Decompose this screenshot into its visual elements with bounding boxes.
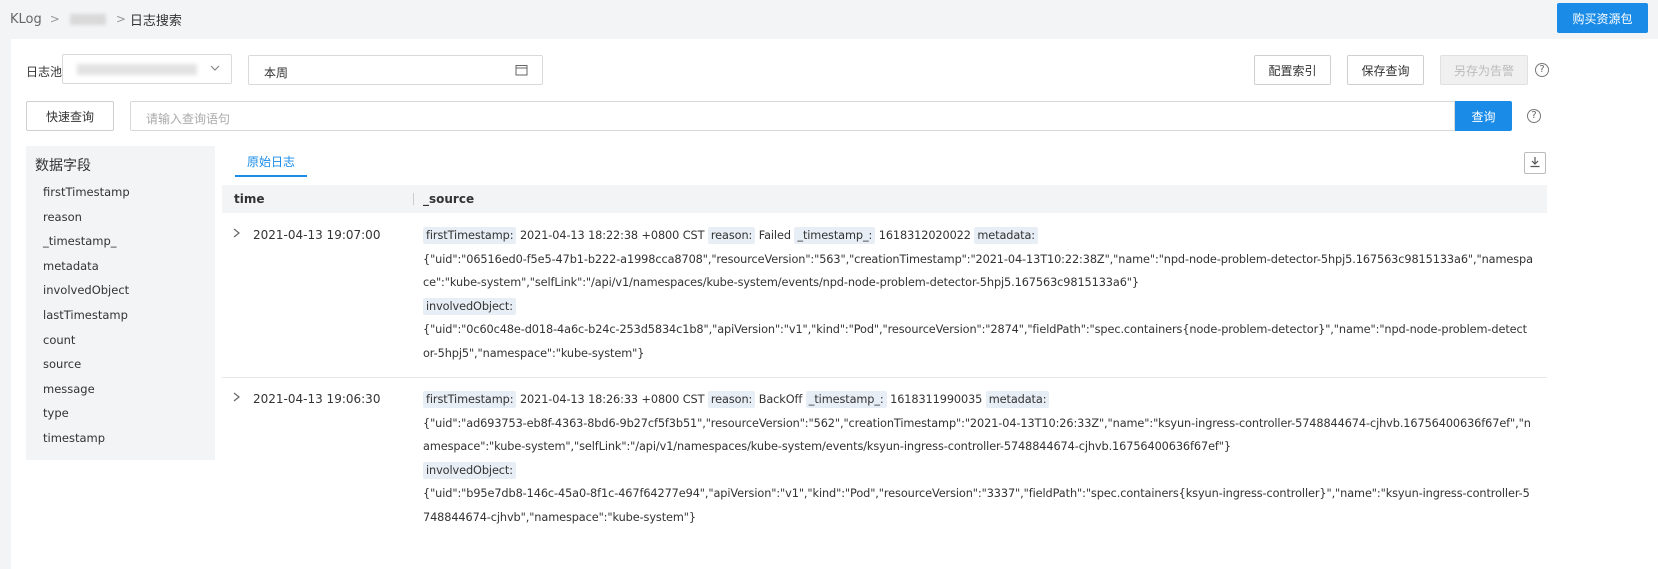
download-icon <box>1529 156 1541 171</box>
column-header-source: _source <box>423 192 475 206</box>
field-item[interactable]: type <box>43 406 69 420</box>
log-pool-label: 日志池 <box>26 65 63 79</box>
source-key[interactable]: reason: <box>707 391 756 408</box>
search-button[interactable]: 查询 <box>1455 101 1512 131</box>
field-item[interactable]: _timestamp_ <box>43 234 117 248</box>
query-placeholder: 请输入查询语句 <box>146 112 231 126</box>
download-button[interactable] <box>1524 152 1546 174</box>
help-circle-icon[interactable]: ? <box>1535 63 1549 77</box>
breadcrumb-separator: > <box>115 12 126 26</box>
source-value: 1618312020022 <box>875 229 975 242</box>
row-source: firstTimestamp: 2021-04-13 18:22:38 +080… <box>423 224 1533 365</box>
source-value: {"uid":"0c60c48e-d018-4a6c-b24c-253d5834… <box>423 323 1527 360</box>
log-pool-value-redacted <box>77 64 197 75</box>
source-key[interactable]: metadata: <box>974 227 1039 244</box>
chevron-down-icon <box>209 62 221 77</box>
save-query-button[interactable]: 保存查询 <box>1347 55 1424 85</box>
field-item[interactable]: lastTimestamp <box>43 308 128 322</box>
data-fields-title: 数据字段 <box>35 158 91 174</box>
breadcrumb: KLog > > 日志搜索 <box>10 10 182 29</box>
data-fields-panel: 数据字段 firstTimestamp reason _timestamp_ m… <box>26 146 215 460</box>
date-range-picker[interactable]: 本周 <box>248 55 543 85</box>
field-item[interactable]: firstTimestamp <box>43 185 130 199</box>
source-value: 1618311990035 <box>886 393 986 406</box>
field-item[interactable]: metadata <box>43 259 99 273</box>
breadcrumb-project-redacted[interactable] <box>69 13 106 25</box>
field-item[interactable]: source <box>43 357 81 371</box>
row-divider <box>222 377 1547 378</box>
field-item[interactable]: message <box>43 382 95 396</box>
source-key[interactable]: reason: <box>707 227 756 244</box>
buy-resource-pack-button[interactable]: 购买资源包 <box>1557 3 1648 33</box>
source-key[interactable]: firstTimestamp: <box>423 391 517 408</box>
source-key[interactable]: _timestamp_: <box>805 391 887 408</box>
source-value: 2021-04-13 18:22:38 +0800 CST <box>516 229 708 242</box>
source-key[interactable]: firstTimestamp: <box>423 227 517 244</box>
log-table-header: time _source <box>222 185 1547 213</box>
log-pool-select[interactable] <box>62 54 232 84</box>
row-source: firstTimestamp: 2021-04-13 18:26:33 +080… <box>423 388 1533 529</box>
breadcrumb-separator: > <box>49 12 60 26</box>
column-divider <box>413 193 414 205</box>
source-value: {"uid":"06516ed0-f5e5-47b1-b222-a1998cca… <box>423 252 1533 290</box>
source-key[interactable]: _timestamp_: <box>794 227 876 244</box>
help-circle-icon[interactable]: ? <box>1527 109 1541 123</box>
source-value: {"uid":"ad693753-eb8f-4363-8bd6-9b27cf5f… <box>423 416 1531 454</box>
chevron-right-icon[interactable] <box>232 391 241 407</box>
tab-active-indicator <box>235 175 307 177</box>
breadcrumb-root[interactable]: KLog <box>10 12 42 27</box>
calendar-icon <box>515 64 528 79</box>
date-range-value: 本周 <box>264 66 289 80</box>
chevron-right-icon[interactable] <box>232 227 241 243</box>
quick-query-button[interactable]: 快速查询 <box>26 101 114 131</box>
field-item[interactable]: involvedObject <box>43 283 129 297</box>
config-index-button[interactable]: 配置索引 <box>1254 55 1331 85</box>
source-value: Failed <box>755 229 795 242</box>
column-header-time: time <box>234 192 265 206</box>
source-key[interactable]: metadata: <box>985 391 1050 408</box>
row-time: 2021-04-13 19:06:30 <box>253 392 381 406</box>
source-key[interactable]: involvedObject: <box>423 461 516 479</box>
source-value: BackOff <box>755 393 806 406</box>
query-input[interactable]: 请输入查询语句 <box>130 101 1455 131</box>
source-value: {"uid":"b95e7db8-146c-45a0-8f1c-467f6427… <box>423 487 1530 524</box>
field-item[interactable]: count <box>43 333 75 347</box>
tab-raw-log[interactable]: 原始日志 <box>247 153 295 170</box>
breadcrumb-current: 日志搜索 <box>129 13 182 29</box>
field-item[interactable]: timestamp <box>43 431 105 445</box>
field-item[interactable]: reason <box>43 210 82 224</box>
row-time: 2021-04-13 19:07:00 <box>253 228 381 242</box>
source-value: 2021-04-13 18:26:33 +0800 CST <box>516 393 708 406</box>
source-key[interactable]: involvedObject: <box>423 297 516 315</box>
save-as-alert-button[interactable]: 另存为告警 <box>1440 55 1528 85</box>
